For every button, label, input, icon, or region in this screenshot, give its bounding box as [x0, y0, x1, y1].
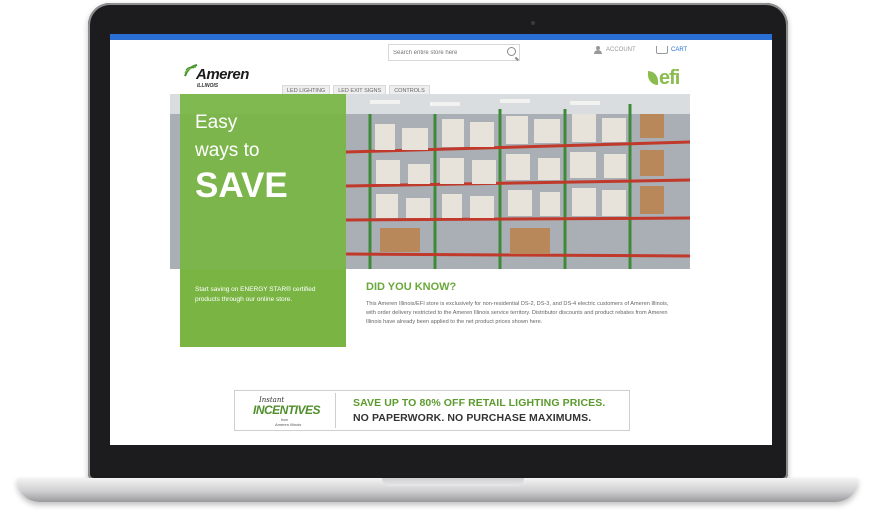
- promo-text: Start saving on ENERGY STAR® certified p…: [195, 286, 316, 303]
- cart-icon: [656, 46, 668, 54]
- efi-leaf-icon: [648, 71, 658, 85]
- instant-incentives-banner[interactable]: Instant INCENTIVES from Ameren Illinois …: [234, 390, 630, 431]
- account-icon: [594, 46, 602, 54]
- efi-text: efi: [659, 67, 680, 89]
- brand-sub: ILLINOIS: [197, 83, 219, 89]
- account-link[interactable]: ACCOUNT: [594, 46, 636, 54]
- banner-subline: NO PAPERWORK. NO PURCHASE MAXIMUMS.: [353, 412, 592, 424]
- cart-label: CART: [671, 47, 688, 53]
- banner-headline: SAVE UP TO 80% OFF RETAIL LIGHTING PRICE…: [353, 397, 606, 409]
- ameren-logo[interactable]: Ameren ILLINOIS: [182, 60, 252, 92]
- cart-link[interactable]: CART: [656, 46, 687, 54]
- hero-line-3: SAVE: [195, 166, 288, 205]
- laptop-notch: [382, 478, 524, 486]
- incentives-text: INCENTIVES: [253, 403, 321, 417]
- screen: ACCOUNT CART Ameren ILLINOIS efi LED LIG…: [110, 34, 772, 445]
- hero-line-1: Easy: [195, 112, 238, 133]
- search-icon[interactable]: [507, 47, 516, 56]
- top-accent-bar: [110, 34, 772, 40]
- instant-incentives-logo: Instant INCENTIVES from Ameren Illinois: [237, 393, 336, 428]
- laptop-base: [17, 478, 858, 502]
- did-you-know-body: This Ameren Illinois/EFI store is exclus…: [366, 301, 669, 325]
- hero-line-2: ways to: [195, 140, 260, 161]
- search-input[interactable]: [389, 49, 507, 56]
- account-label: ACCOUNT: [606, 47, 636, 53]
- ameren-illinois-text: Ameren Illinois: [275, 422, 302, 427]
- search-box[interactable]: [388, 44, 520, 61]
- efi-logo[interactable]: efi: [648, 67, 680, 90]
- camera: [531, 21, 535, 25]
- did-you-know-title: DID YOU KNOW?: [366, 281, 457, 293]
- brand-name: Ameren: [196, 66, 249, 83]
- hero-banner: Easy ways to SAVE: [170, 94, 690, 269]
- promo-box: Start saving on ENERGY STAR® certified p…: [180, 269, 346, 347]
- website: ACCOUNT CART Ameren ILLINOIS efi LED LIG…: [170, 42, 690, 445]
